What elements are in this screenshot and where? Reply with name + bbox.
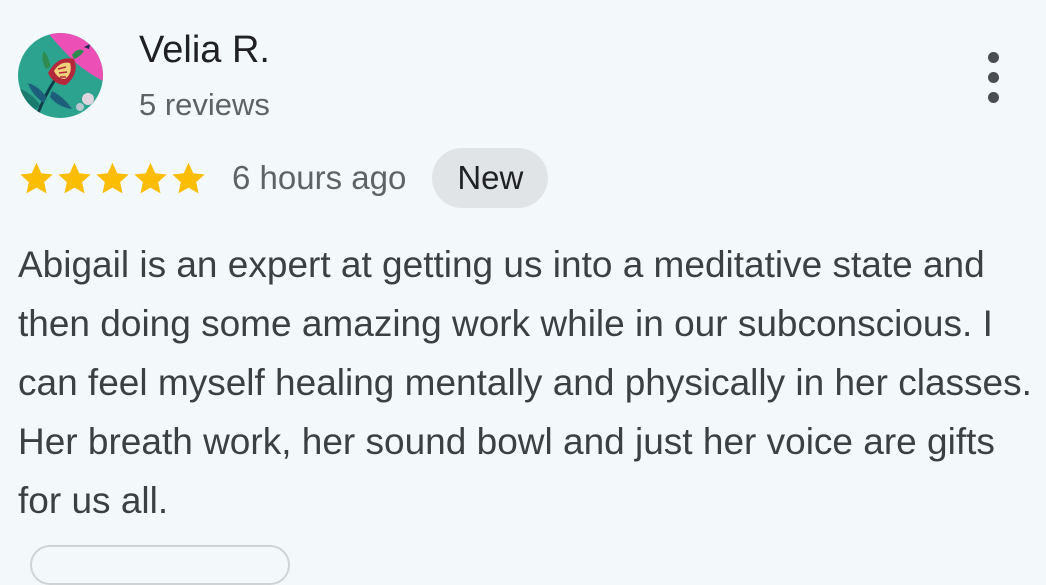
rating-row: 6 hours ago New	[18, 148, 549, 208]
star-rating	[18, 160, 207, 197]
reviewer-name[interactable]: Velia R.	[139, 26, 270, 74]
more-options-button[interactable]	[970, 44, 1016, 110]
star-icon	[132, 160, 169, 197]
star-icon	[170, 160, 207, 197]
floral-avatar-icon	[18, 33, 103, 118]
next-chip-edge[interactable]	[30, 545, 290, 585]
star-icon	[94, 160, 131, 197]
more-vert-icon-dot	[987, 91, 999, 103]
review-time: 6 hours ago	[232, 159, 407, 196]
review-text: Abigail is an expert at getting us into …	[18, 244, 1032, 521]
star-icon	[18, 160, 55, 197]
review-card: Velia R. 5 reviews 6 hours ago New Abiga…	[0, 0, 1046, 585]
reviewer-avatar[interactable]	[18, 33, 103, 118]
more-vert-icon	[987, 51, 999, 63]
reviewer-review-count: 5 reviews	[139, 87, 270, 122]
new-badge: New	[432, 148, 549, 208]
more-vert-icon-dot	[987, 71, 999, 83]
star-icon	[56, 160, 93, 197]
